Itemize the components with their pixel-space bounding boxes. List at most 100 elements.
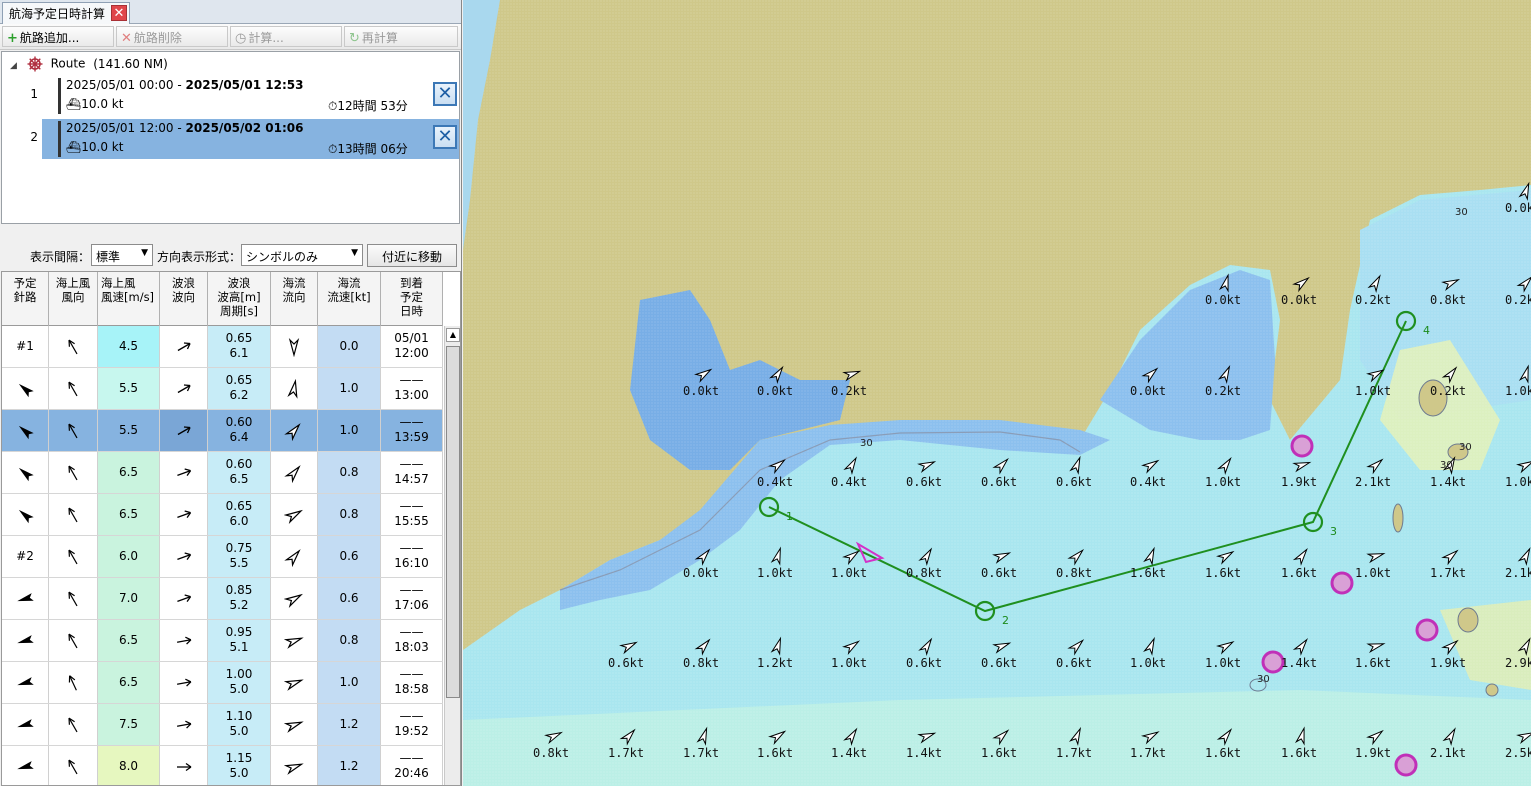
cell-text: 0.65	[225, 331, 253, 345]
header-text: 風向	[61, 290, 85, 304]
island	[1392, 503, 1404, 533]
grid-header-cell[interactable]: 到着 予定 日時	[381, 272, 443, 326]
hazard-icon[interactable]	[1330, 571, 1354, 595]
cell-text: 6.5	[118, 465, 139, 479]
table-row[interactable]: 7.5 1.10 5.0 1.2 —— 19:52	[2, 704, 443, 746]
table-cell	[2, 578, 49, 619]
cell-text: 8.0	[118, 759, 139, 773]
refresh-icon: ↻	[349, 31, 360, 46]
route-leg-1[interactable]: 1 2025/05/01 00:00 - 2025/05/01 12:53 ⛴1…	[30, 76, 459, 116]
current-speed-label: 1.2kt	[757, 656, 794, 670]
table-row[interactable]: 6.5 1.00 5.0 1.0 —— 18:58	[2, 662, 443, 704]
table-cell	[49, 578, 98, 619]
wind-direction-icon	[68, 717, 78, 732]
table-cell: 0.6	[318, 536, 381, 577]
delete-leg-button[interactable]: ✕	[433, 82, 457, 106]
table-cell: 0.0	[318, 326, 381, 367]
grid-header-cell[interactable]: 海上風 風向	[49, 272, 98, 326]
app-window: 航海予定日時計算 ✕ + 航路追加... ✕ 航路削除 ◷ 計算... ↻ 再計算 ◢	[0, 0, 1531, 786]
table-cell	[160, 536, 208, 577]
header-text: 針路	[13, 290, 37, 304]
cell-text: #1	[16, 339, 34, 353]
grid-header-cell[interactable]: 海流 流向	[271, 272, 318, 326]
delete-route-button[interactable]: ✕ 航路削除	[116, 26, 228, 47]
table-cell	[271, 578, 318, 619]
table-cell: 0.6	[318, 578, 381, 619]
delete-leg-button[interactable]: ✕	[433, 125, 457, 149]
table-cell	[2, 410, 49, 451]
interval-value: 標準	[96, 250, 121, 264]
add-route-button[interactable]: + 航路追加...	[2, 26, 114, 47]
table-cell: 6.5	[98, 620, 160, 661]
close-icon[interactable]: ✕	[111, 5, 127, 21]
table-row[interactable]: 8.0 1.15 5.0 1.2 —— 20:46	[2, 746, 443, 785]
table-cell	[2, 704, 49, 745]
current-speed-label: 1.7kt	[683, 746, 720, 760]
table-row[interactable]: 6.5 0.65 6.0 0.8 —— 15:55	[2, 494, 443, 536]
tab-voyage-calc[interactable]: 航海予定日時計算 ✕	[2, 2, 130, 24]
collapse-triangle-icon[interactable]: ◢	[10, 61, 17, 71]
table-cell	[271, 704, 318, 745]
leg-start: 2025/05/01 00:00	[66, 78, 174, 92]
table-cell: 1.15 5.0	[208, 746, 271, 785]
hazard-icon[interactable]	[1394, 753, 1418, 777]
grid-header-cell[interactable]: 予定 針路	[2, 272, 49, 326]
table-row[interactable]: 6.5 0.95 5.1 0.8 —— 18:03	[2, 620, 443, 662]
display-controls: 表示間隔： 標準 ▼ 方向表示形式： シンボルのみ ▼ 付近に移動	[0, 242, 462, 268]
current-speed-label: 2.1kt	[1430, 746, 1467, 760]
current-speed-label: 1.0kt	[1205, 475, 1242, 489]
current-speed-label: 0.6kt	[608, 656, 645, 670]
table-row[interactable]: 5.5 0.60 6.4 1.0 —— 13:59	[2, 410, 443, 452]
grid-header-cell[interactable]: 海上風 風速[m/s]	[98, 272, 160, 326]
current-speed-label: 2.9kt	[1505, 656, 1531, 670]
hazard-icon[interactable]	[1415, 618, 1439, 642]
direction-format-select[interactable]: シンボルのみ ▼	[241, 244, 363, 266]
route-leg-2[interactable]: 2 2025/05/01 12:00 - 2025/05/02 01:06 ⛴1…	[30, 119, 459, 159]
leg-time-range: 2025/05/01 12:00 - 2025/05/02 01:06	[66, 121, 303, 135]
current-direction-icon	[288, 337, 300, 357]
grid-header-cell[interactable]: 海流 流速[kt]	[318, 272, 381, 326]
table-row[interactable]: #2 6.0 0.75 5.5 0.6 —— 16:10	[2, 536, 443, 578]
scroll-up-arrow-icon[interactable]: ▲	[446, 328, 460, 342]
current-speed-label: 0.8kt	[683, 656, 720, 670]
current-speed-label: 1.9kt	[1355, 746, 1392, 760]
table-row[interactable]: 6.5 0.60 6.5 0.8 —— 14:57	[2, 452, 443, 494]
calculate-button[interactable]: ◷ 計算...	[230, 26, 342, 47]
route-root-node[interactable]: ◢ Route (141.60 NM)	[10, 56, 168, 74]
current-speed-label: 1.0kt	[1505, 475, 1531, 489]
waypoint-number: 3	[1330, 525, 1337, 538]
table-cell	[49, 746, 98, 785]
current-speed-label: 0.4kt	[1130, 475, 1167, 489]
cell-text: 5.1	[229, 640, 249, 654]
table-cell	[160, 368, 208, 409]
scroll-thumb[interactable]	[446, 346, 460, 698]
table-cell: 0.65 6.0	[208, 494, 271, 535]
recalculate-button[interactable]: ↻ 再計算	[344, 26, 458, 47]
table-row[interactable]: #1 4.5 0.65 6.1 0.0 05/01 12:00	[2, 326, 443, 368]
wind-direction-icon	[68, 339, 78, 354]
grid-header-cell[interactable]: 波浪 波高[m] 周期[s]	[208, 272, 271, 326]
cell-text: ——	[399, 625, 424, 639]
wave-direction-icon	[176, 636, 191, 645]
hazard-icon[interactable]	[1261, 650, 1285, 674]
cell-text: 0.95	[225, 625, 253, 639]
cell-text: 0.8	[339, 465, 359, 479]
vertical-scrollbar[interactable]: ▲	[444, 326, 460, 785]
current-speed-label: 1.4kt	[1281, 656, 1318, 670]
interval-select[interactable]: 標準 ▼	[91, 244, 153, 266]
nautical-map[interactable]: 0.0kt 0.0kt 0.2kt 0.8kt 0.2kt 0.0kt 0.0kt 0.0kt…	[463, 0, 1531, 786]
table-cell: 1.2	[318, 746, 381, 785]
hazard-icon[interactable]	[1290, 434, 1314, 458]
stopwatch-icon: ⏱	[328, 99, 338, 113]
table-row[interactable]: 7.0 0.85 5.2 0.6 —— 17:06	[2, 578, 443, 620]
current-speed-label: 1.0kt	[831, 656, 868, 670]
grid-header-cell[interactable]: 波浪 波向	[160, 272, 208, 326]
cell-text: 6.2	[229, 388, 249, 402]
table-row[interactable]: 5.5 0.65 6.2 1.0 —— 13:00	[2, 368, 443, 410]
current-speed-label: 0.6kt	[981, 656, 1018, 670]
move-nearby-button[interactable]: 付近に移動	[367, 244, 457, 267]
table-cell: —— 18:03	[381, 620, 443, 661]
cell-text: 4.5	[118, 339, 139, 353]
leg-sep: -	[173, 78, 186, 92]
cell-text: 0.85	[225, 583, 253, 597]
